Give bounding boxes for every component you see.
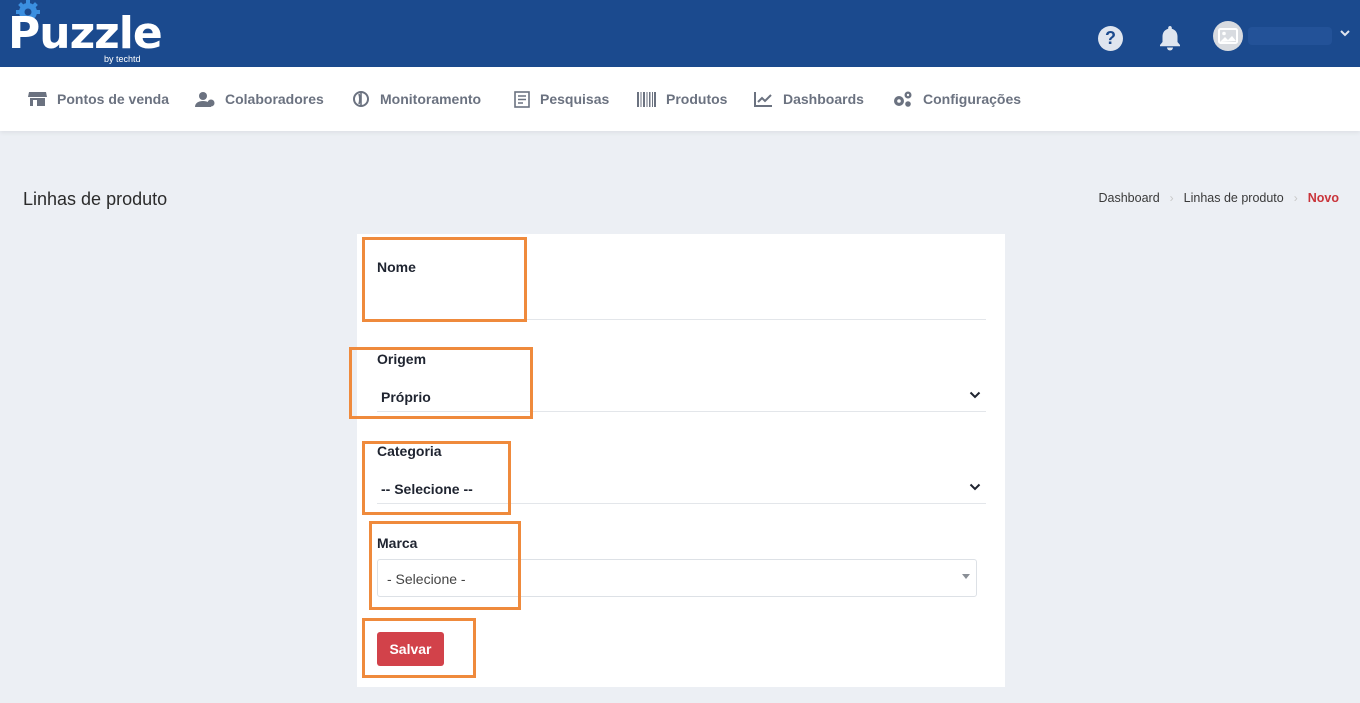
nav-item-monitoramento[interactable]: Monitoramento — [352, 67, 481, 131]
nav-label: Monitoramento — [380, 91, 482, 107]
breadcrumb-separator: › — [1169, 191, 1174, 205]
top-header: Puzzle by techtd ? — [0, 0, 1360, 67]
dropdown-arrow-icon — [962, 574, 970, 579]
help-button[interactable]: ? — [1098, 26, 1123, 51]
breadcrumb-separator: › — [1293, 191, 1298, 205]
nav-item-pontos-de-venda[interactable]: Pontos de venda — [28, 67, 169, 131]
page-title: Linhas de produto — [23, 189, 168, 209]
highlight-salvar — [362, 618, 476, 678]
nav-label: Pesquisas — [540, 91, 610, 107]
user-avatar[interactable] — [1213, 21, 1243, 51]
globe-icon — [353, 91, 369, 107]
username-redacted[interactable] — [1248, 27, 1332, 45]
image-placeholder-icon — [1218, 28, 1238, 44]
nav-label: Colaboradores — [225, 91, 324, 107]
nav-item-pesquisas[interactable]: Pesquisas — [514, 67, 609, 131]
highlight-categoria — [362, 441, 511, 515]
logo-subtitle: by techtd — [104, 54, 141, 64]
main-nav: Pontos de venda Colaboradores Monitorame… — [0, 67, 1360, 131]
highlight-origem — [349, 347, 533, 419]
nav-label: Configurações — [923, 91, 1022, 107]
chevron-down-icon — [969, 483, 981, 491]
puzzle-logo[interactable]: Puzzle by techtd — [8, 0, 163, 66]
survey-icon — [514, 90, 530, 108]
nav-label: Pontos de venda — [57, 91, 170, 107]
nav-item-colaboradores[interactable]: Colaboradores — [195, 67, 324, 131]
nav-item-produtos[interactable]: Produtos — [637, 67, 727, 131]
highlight-nome — [362, 237, 527, 322]
breadcrumb-linhas-de-produto[interactable]: Linhas de produto — [1184, 191, 1284, 205]
gears-icon — [894, 91, 912, 107]
chevron-down-icon — [969, 391, 981, 399]
nav-label: Produtos — [666, 91, 728, 107]
nav-item-dashboards[interactable]: Dashboards — [754, 67, 864, 131]
breadcrumb: Dashboard › Linhas de produto › Novo — [1099, 191, 1340, 205]
bell-icon[interactable] — [1157, 24, 1183, 52]
logo-text: Puzzle — [8, 8, 163, 59]
chart-icon — [754, 92, 772, 107]
breadcrumb-dashboard[interactable]: Dashboard — [1099, 191, 1160, 205]
barcode-icon — [637, 91, 656, 107]
chevron-down-icon[interactable] — [1339, 28, 1351, 38]
breadcrumb-current: Novo — [1307, 191, 1339, 205]
store-icon — [28, 92, 47, 106]
nav-item-configuracoes[interactable]: Configurações — [892, 67, 1021, 131]
nav-label: Dashboards — [783, 91, 864, 107]
highlight-marca — [369, 521, 521, 610]
users-icon — [195, 91, 215, 107]
